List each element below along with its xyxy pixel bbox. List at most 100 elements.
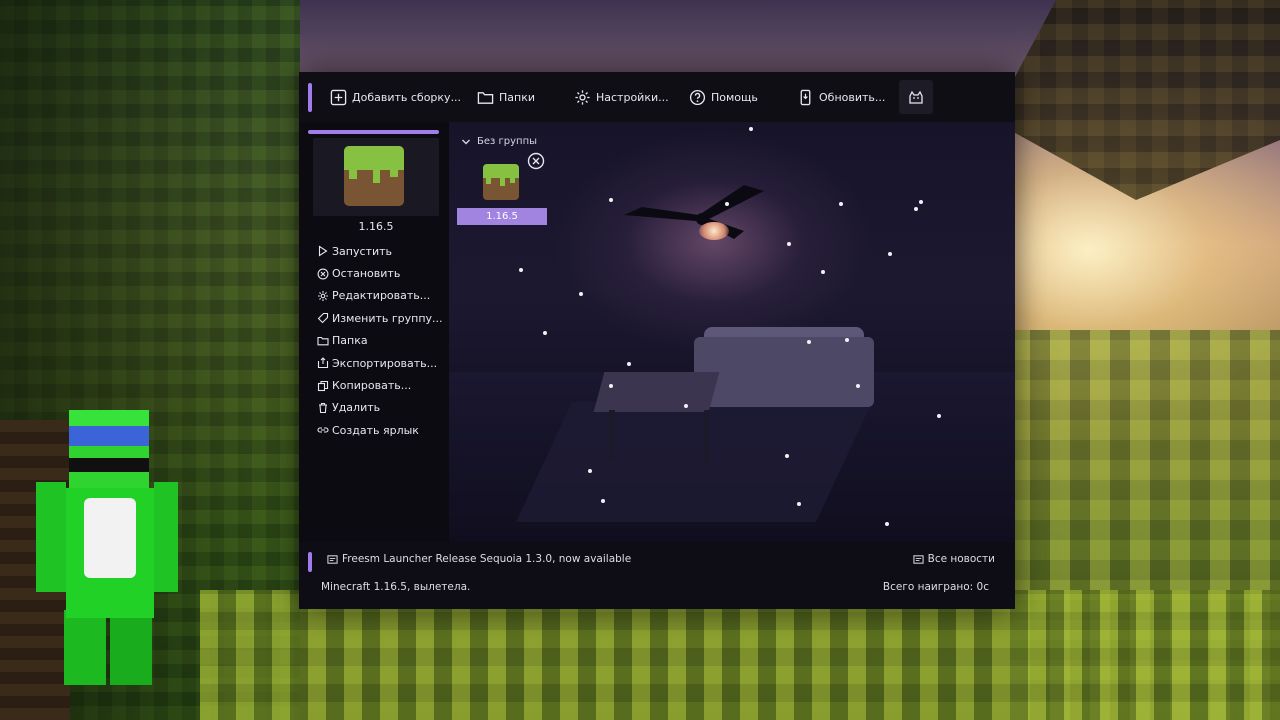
skin-leg-right [110, 610, 152, 685]
change-group-action[interactable]: Изменить группу... [317, 307, 443, 329]
snow-particle [845, 338, 849, 342]
skin-arm-left [36, 482, 66, 592]
wallpaper-rug [516, 402, 872, 522]
add-build-label: Добавить сборку... [352, 90, 462, 104]
update-label: Обновить... [819, 90, 886, 104]
snow-particle [579, 292, 583, 296]
stop-icon [317, 268, 329, 280]
group-name: Без группы [477, 136, 537, 147]
stop-action[interactable]: Остановить [317, 262, 443, 284]
update-button[interactable]: Обновить... [797, 86, 885, 108]
tag-icon [317, 313, 329, 324]
skin-arm-right [154, 482, 178, 592]
instance-actions-list: Запустить Остановить Редактировать... Из… [317, 240, 443, 442]
copy-icon [317, 380, 329, 391]
cat-icon [909, 90, 923, 104]
export-action-label: Экспортировать... [332, 356, 438, 370]
selected-instance-card[interactable] [313, 138, 439, 216]
snow-particle [914, 207, 918, 211]
close-circle-icon[interactable] [527, 152, 545, 170]
help-icon [689, 89, 706, 105]
wallpaper-sofa [694, 337, 874, 407]
crash-status-text: Minecraft 1.16.5, вылетела. [321, 581, 471, 593]
skin-leg-left [64, 610, 106, 685]
news-ticker[interactable]: Freesm Launcher Release Sequoia 1.3.0, n… [327, 553, 631, 565]
snow-particle [588, 469, 592, 473]
stop-action-label: Остановить [332, 267, 401, 281]
background-grass [200, 590, 1280, 720]
toolbar-accent-bar [308, 83, 312, 112]
instance-label: 1.16.5 [457, 208, 547, 225]
instances-area: Без группы 1.16.5 [449, 122, 1015, 542]
snow-particle [856, 384, 860, 388]
snow-particle [627, 362, 631, 366]
create-shortcut-action[interactable]: Создать ярлык [317, 419, 443, 441]
launch-action-label: Запустить [332, 244, 392, 258]
snow-particle [749, 127, 753, 131]
snow-particle [543, 331, 547, 335]
snow-particle [609, 384, 613, 388]
launch-action[interactable]: Запустить [317, 240, 443, 262]
change-group-action-label: Изменить группу... [332, 311, 443, 325]
snow-particle [821, 270, 825, 274]
snow-particle [519, 268, 523, 272]
instance-tile[interactable]: 1.16.5 [457, 152, 547, 225]
help-button[interactable]: Помощь [689, 86, 758, 108]
snow-particle [888, 252, 892, 256]
gear-icon [575, 89, 590, 105]
help-label: Помощь [711, 90, 758, 104]
cat-button[interactable] [899, 80, 933, 114]
snow-particle [601, 499, 605, 503]
grass-block-icon [483, 164, 519, 200]
all-news-button[interactable]: Все новости [913, 553, 995, 565]
wallpaper-table [593, 372, 720, 412]
status-accent-bar [308, 552, 312, 572]
skin-hat-band [69, 426, 149, 446]
delete-action[interactable]: Удалить [317, 397, 443, 419]
launcher-window: Добавить сборку... Папки Настройки... По… [299, 72, 1015, 609]
snow-particle [609, 198, 613, 202]
trash-icon [319, 402, 327, 413]
status-bar: Freesm Launcher Release Sequoia 1.3.0, n… [299, 542, 1015, 609]
export-action[interactable]: Экспортировать... [317, 352, 443, 374]
selected-instance-version: 1.16.5 [358, 220, 394, 233]
play-time-text: Всего наиграно: 0с [882, 581, 989, 593]
phone-update-icon [800, 89, 811, 105]
grass-block-icon [344, 146, 404, 206]
snow-particle [807, 340, 811, 344]
snow-particle [885, 522, 889, 526]
add-build-button[interactable]: Добавить сборку... [330, 86, 461, 108]
snow-particle [785, 454, 789, 458]
copy-action-label: Копировать... [332, 379, 412, 393]
all-news-label: Все новости [927, 553, 995, 565]
skin-sunglasses [69, 458, 149, 472]
snow-particle [937, 414, 941, 418]
folder-action-label: Папка [332, 334, 368, 348]
wallpaper-ceiling-fan [624, 185, 764, 239]
wallpaper-lamp [699, 222, 729, 240]
copy-action[interactable]: Копировать... [317, 374, 443, 396]
chevron-down-icon [462, 139, 470, 144]
settings-button[interactable]: Настройки... [574, 86, 669, 108]
link-icon [317, 427, 329, 433]
folder-icon [477, 91, 494, 104]
folder-icon [317, 336, 329, 346]
player-skin-figure [36, 410, 178, 685]
edit-action[interactable]: Редактировать... [317, 285, 443, 307]
news-headline: Freesm Launcher Release Sequoia 1.3.0, n… [342, 553, 632, 565]
toolbar: Добавить сборку... Папки Настройки... По… [299, 72, 1015, 122]
news-icon [913, 554, 924, 564]
group-header[interactable]: Без группы [461, 136, 537, 147]
folders-button[interactable]: Папки [477, 86, 535, 108]
folder-action[interactable]: Папка [317, 330, 443, 352]
play-icon [318, 245, 328, 257]
news-icon [327, 554, 338, 564]
sidebar-accent-bar [308, 130, 439, 134]
create-shortcut-action-label: Создать ярлык [332, 423, 419, 437]
snow-particle [797, 502, 801, 506]
edit-action-label: Редактировать... [332, 289, 431, 303]
skin-belly [84, 498, 136, 578]
snow-particle [787, 242, 791, 246]
instance-sidebar: 1.16.5 Запустить Остановить Редактироват… [299, 122, 449, 542]
folders-label: Папки [499, 90, 535, 104]
